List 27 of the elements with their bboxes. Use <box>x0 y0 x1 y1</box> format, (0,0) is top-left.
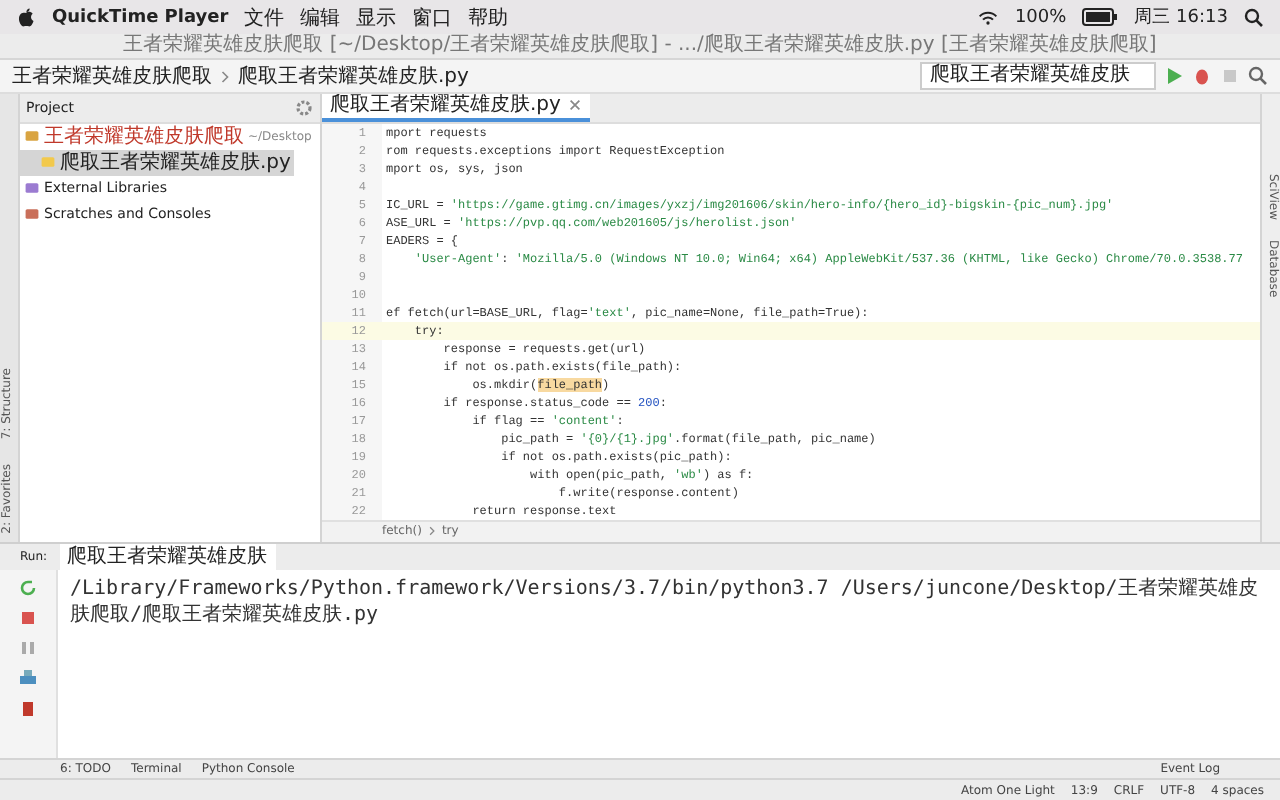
search-icon[interactable] <box>1244 7 1264 28</box>
apple-icon[interactable] <box>16 7 36 28</box>
pause-icon[interactable] <box>18 637 38 658</box>
menu-item[interactable]: 帮助 <box>468 3 509 32</box>
wifi-icon[interactable] <box>978 7 999 28</box>
run-config-dropdown[interactable]: 爬取王者荣耀英雄皮肤 <box>920 62 1156 91</box>
editor-tab[interactable]: 爬取王者荣耀英雄皮肤.py <box>322 93 591 122</box>
close-icon[interactable] <box>568 98 583 113</box>
chevron-icon <box>427 526 436 537</box>
stop-icon[interactable] <box>18 607 38 628</box>
rerun-icon[interactable] <box>18 577 38 598</box>
menu-item[interactable]: 文件 <box>244 3 285 32</box>
battery-percent: 100% <box>1014 7 1067 28</box>
chevron-icon <box>220 69 230 84</box>
window-title: 王者荣耀英雄皮肤爬取 [~/Desktop/王者荣耀英雄皮肤爬取] - .../爬取王者荣耀英雄皮肤.py [王者荣耀英雄皮肤爬取] <box>123 34 1157 59</box>
battery-icon[interactable] <box>1082 8 1119 27</box>
run-icon[interactable] <box>1164 66 1184 87</box>
menu-clock: 周三 16:13 <box>1134 6 1228 31</box>
menu-item[interactable]: 窗口 <box>412 3 453 32</box>
console-output: /Library/Frameworks/Python.framework/Versions/3.7/bin/python3.7 /Users/juncone/Desktop/王者荣耀英雄皮肤爬取/爬取王者荣耀英雄皮肤.py <box>68 575 1260 630</box>
breadcrumb-item[interactable]: 王者荣耀英雄皮肤爬取 <box>12 62 212 91</box>
menu-item[interactable]: 编辑 <box>300 3 341 32</box>
menu-item[interactable]: 显示 <box>356 3 397 32</box>
run-tab[interactable]: 爬取王者荣耀英雄皮肤 <box>59 543 276 570</box>
tree-item[interactable]: 爬取王者荣耀英雄皮肤.py <box>20 149 295 176</box>
breadcrumb-item[interactable]: 爬取王者荣耀英雄皮肤.py <box>238 62 469 91</box>
app-menu[interactable]: QuickTime Player <box>52 7 229 28</box>
